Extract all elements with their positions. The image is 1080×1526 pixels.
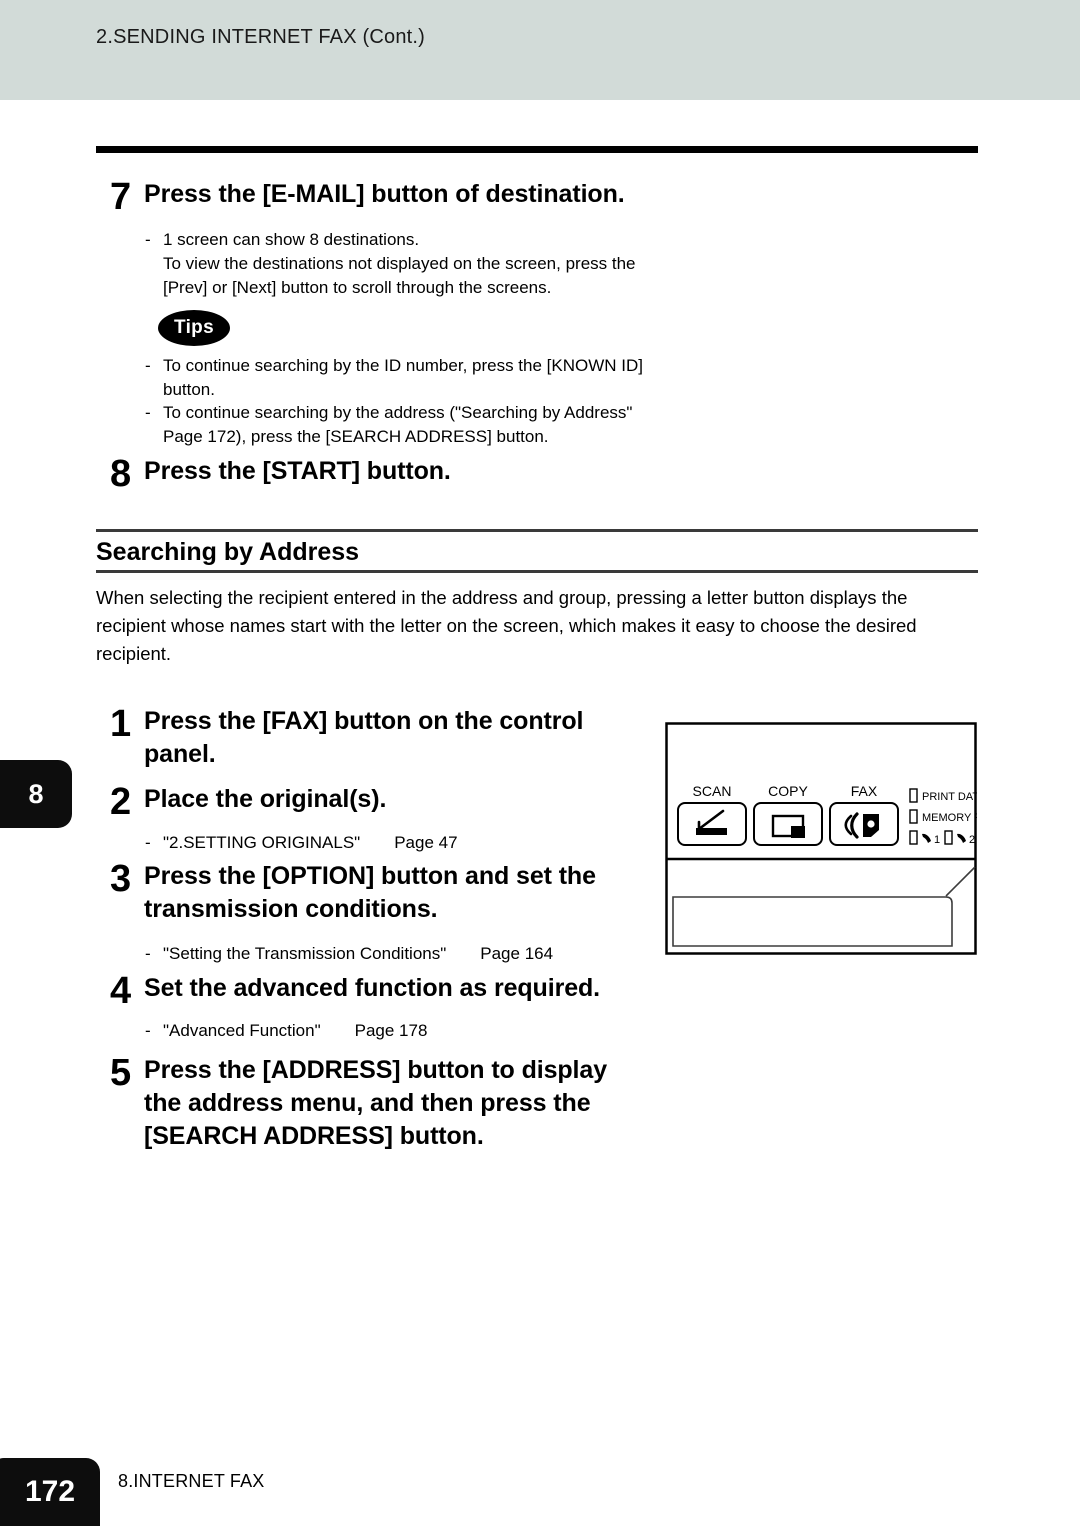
step-8-title: Press the [START] button.: [144, 457, 451, 485]
bullet-dash: -: [145, 1021, 151, 1040]
step-3-title: Press the [OPTION] button and set the tr…: [144, 860, 596, 926]
tips-item-2-body: To continue searching by the address ("S…: [163, 401, 632, 449]
step-5-number: 5: [110, 1052, 132, 1094]
bullet-dash: -: [145, 944, 151, 963]
step-8-number: 8: [110, 453, 132, 495]
step-7-note-body: 1 screen can show 8 destinations. To vie…: [163, 228, 636, 300]
copy-button-label: COPY: [768, 783, 808, 799]
section-paragraph: When selecting the recipient entered in …: [96, 587, 917, 664]
bullet-dash: -: [145, 403, 151, 422]
section-heading: Searching by Address: [96, 538, 360, 566]
step-7-note-line-1: 1 screen can show 8 destinations.: [163, 230, 420, 249]
step-7-note-line-2: To view the destinations not displayed o…: [163, 254, 636, 273]
step-2-title: Place the original(s).: [144, 785, 387, 813]
section-divider-top: [96, 146, 978, 153]
footer-chapter-label: 8.INTERNET FAX: [118, 1471, 265, 1491]
tips-badge-label: Tips: [174, 317, 214, 338]
step-3-note: - "Setting the Transmission Conditions" P…: [145, 942, 665, 966]
step-7-note: - 1 screen can show 8 destinations. To v…: [145, 228, 845, 300]
tips-item-2-line-2: Page 172), press the [SEARCH ADDRESS] bu…: [163, 427, 549, 446]
step-4-number: 4: [110, 970, 132, 1012]
fax-button-label: FAX: [851, 783, 878, 799]
step-3-note-ref: "Setting the Transmission Conditions": [163, 944, 447, 963]
tips-item-1-line-1: To continue searching by the ID number, …: [163, 356, 643, 375]
bullet-dash: -: [145, 230, 151, 249]
page-content: 7 Press the [E-MAIL] button of destinati…: [0, 0, 1080, 1526]
scan-button-graphic: [677, 802, 747, 846]
print-data-label: PRINT DATA: [922, 791, 977, 803]
step-1: 1 Press the [FAX] button on the control …: [110, 705, 630, 771]
step-2: 2 Place the original(s).: [110, 781, 630, 823]
tips-item-2-line-1: To continue searching by the address ("S…: [163, 403, 633, 422]
control-panel-figure: SCAN COPY FAX PRINT DATA MEMORY RX 1: [665, 722, 990, 955]
step-2-note-ref: "2.SETTING ORIGINALS": [163, 833, 361, 852]
step-3-title-line-2: transmission conditions.: [144, 895, 438, 923]
step-4: 4 Set the advanced function as required.: [110, 970, 650, 1012]
step-5-title-line-2: the address menu, and then press the: [144, 1089, 591, 1117]
step-2-number: 2: [110, 781, 132, 823]
tips-item-1-body: To continue searching by the ID number, …: [163, 354, 643, 402]
line-1-label: 1: [934, 834, 940, 846]
chapter-side-tab: 8: [0, 760, 72, 828]
scan-button-label: SCAN: [693, 783, 732, 799]
section-heading-rule-bottom: [96, 570, 978, 573]
bullet-dash: -: [145, 356, 151, 375]
step-8: 8 Press the [START] button.: [110, 453, 890, 495]
copy-button-graphic: [753, 802, 823, 846]
step-3-title-line-1: Press the [OPTION] button and set the: [144, 862, 596, 890]
step-4-note-page: Page 178: [354, 1021, 428, 1040]
tips-item-1: - To continue searching by the ID number…: [145, 354, 865, 402]
step-5: 5 Press the [ADDRESS] button to display …: [110, 1054, 650, 1153]
step-1-title-line-2: panel.: [144, 740, 216, 768]
step-4-title: Set the advanced function as required.: [144, 974, 601, 1002]
fax-button-graphic: [829, 802, 899, 846]
step-3-number: 3: [110, 858, 132, 900]
step-5-title-line-3: [SEARCH ADDRESS] button.: [144, 1122, 484, 1150]
tips-item-2: - To continue searching by the address (…: [145, 401, 865, 449]
step-1-title-line-1: Press the [FAX] button on the control: [144, 707, 584, 735]
step-4-note-body: "Advanced Function" Page 178: [163, 1019, 427, 1043]
chapter-side-tab-number: 8: [28, 778, 44, 809]
step-7-note-line-3: [Prev] or [Next] button to scroll throug…: [163, 278, 552, 297]
step-3-note-page: Page 164: [480, 944, 554, 963]
step-1-number: 1: [110, 703, 132, 745]
footer-page-tab: 172: [0, 1458, 100, 1526]
step-2-note-page: Page 47: [394, 833, 458, 852]
step-7-title: Press the [E-MAIL] button of destination…: [144, 180, 625, 208]
tips-badge: Tips: [158, 310, 230, 346]
step-2-note: - "2.SETTING ORIGINALS" Page 47: [145, 831, 645, 855]
step-7-number: 7: [110, 176, 132, 218]
tips-item-1-line-2: button.: [163, 380, 215, 399]
footer-page-number: 172: [24, 1475, 76, 1508]
step-1-title: Press the [FAX] button on the control pa…: [144, 705, 583, 771]
bullet-dash: -: [145, 833, 151, 852]
step-5-title-line-1: Press the [ADDRESS] button to display: [144, 1056, 608, 1084]
line-2-label: 2: [969, 834, 975, 846]
step-3-note-body: "Setting the Transmission Conditions" Pag…: [163, 942, 553, 966]
step-4-note-ref: "Advanced Function": [163, 1021, 321, 1040]
step-5-title: Press the [ADDRESS] button to display th…: [144, 1054, 607, 1153]
step-2-note-body: "2.SETTING ORIGINALS" Page 47: [163, 831, 458, 855]
step-3: 3 Press the [OPTION] button and set the …: [110, 860, 630, 926]
memory-rx-label: MEMORY RX: [922, 812, 977, 824]
section-heading-rule-top: [96, 529, 978, 532]
step-7: 7 Press the [E-MAIL] button of destinati…: [110, 176, 890, 218]
step-4-note: - "Advanced Function" Page 178: [145, 1019, 645, 1043]
